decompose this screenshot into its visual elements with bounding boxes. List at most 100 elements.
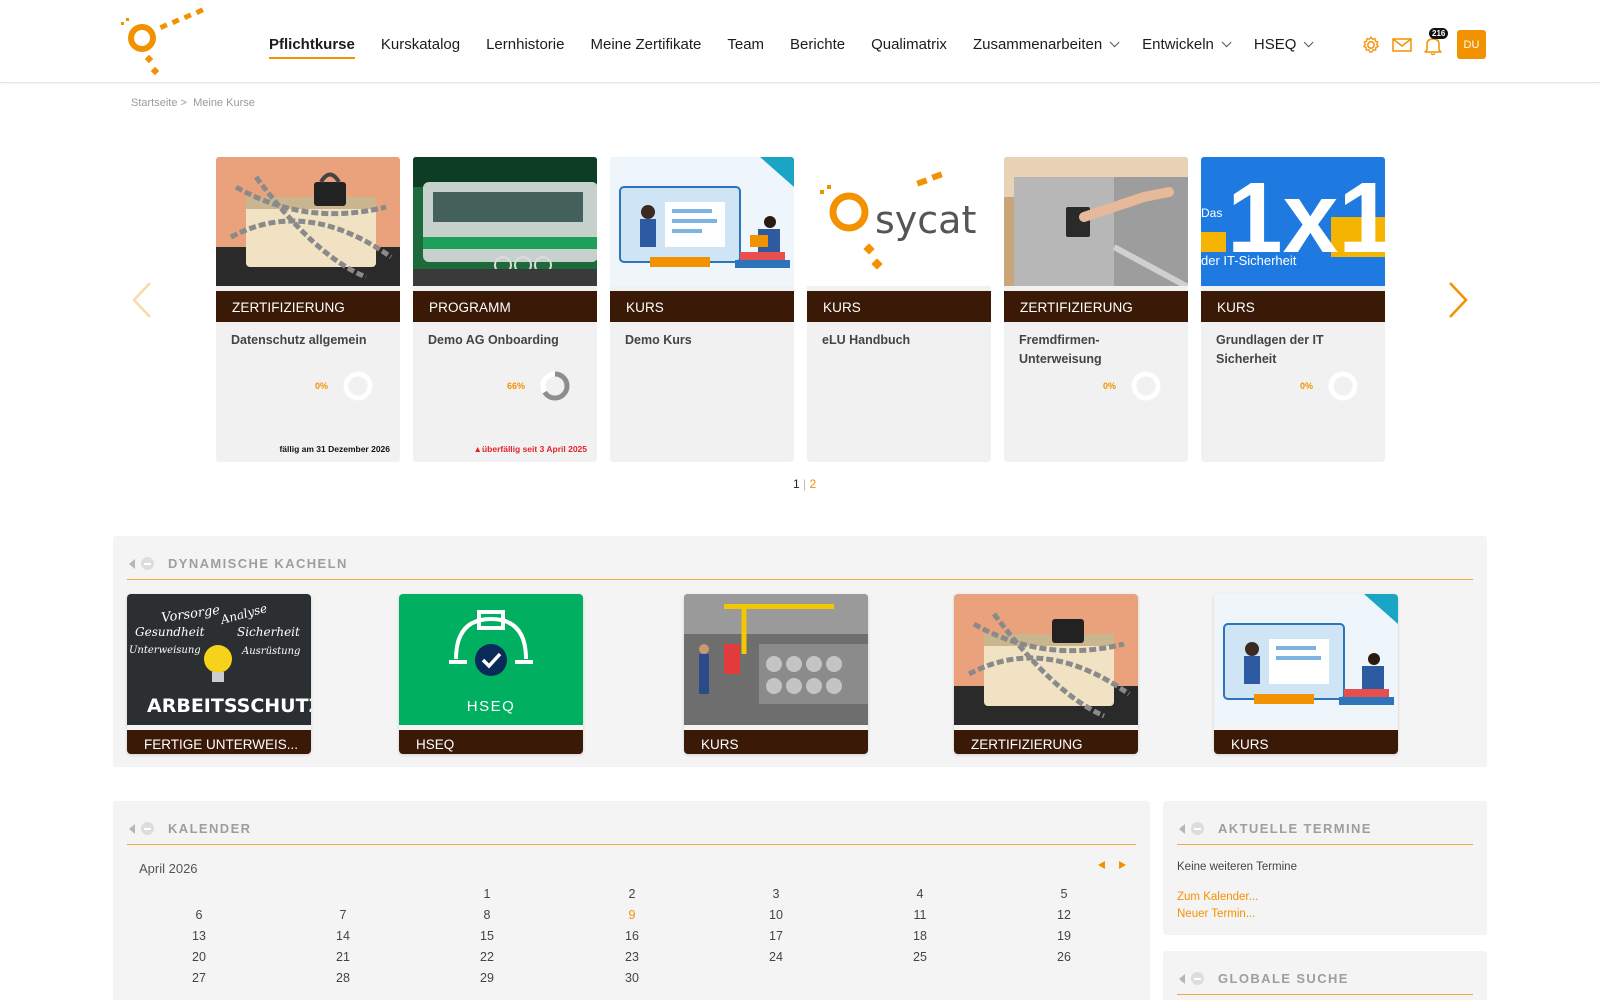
course-due-date: ▲überfällig seit 3 April 2025 <box>474 444 587 454</box>
course-card[interactable]: KURS Demo Kurs <box>610 157 794 462</box>
carousel-prev-icon[interactable] <box>128 280 158 320</box>
new-appointment-link[interactable]: Neuer Termin... <box>1177 908 1255 920</box>
calendar-day[interactable]: 1 <box>472 887 502 901</box>
calendar-day[interactable]: 14 <box>328 929 358 943</box>
dynamic-tile[interactable]: Vorsorge Analyse Gesundheit Sicherheit U… <box>127 594 311 754</box>
panel-header: GLOBALE SUCHE <box>1179 971 1349 986</box>
nav-item-zusammenarbeiten[interactable]: Zusammenarbeiten <box>973 36 1120 53</box>
calendar-day[interactable]: 5 <box>1049 887 1079 901</box>
course-type-label: KURS <box>1201 291 1385 322</box>
user-avatar[interactable]: DU <box>1457 30 1486 59</box>
overdue-text: überfällig seit 3 April 2025 <box>481 444 587 454</box>
calendar-day[interactable]: 17 <box>761 929 791 943</box>
course-card[interactable]: ZERTIFIZIERUNG Datenschutz allgemein 0% … <box>216 157 400 462</box>
nav-item-meine-zertifikate[interactable]: Meine Zertifikate <box>590 36 701 53</box>
notification-count-badge: 216 <box>1429 27 1449 39</box>
nav-item-pflichtkurse[interactable]: Pflichtkurse <box>269 36 355 59</box>
progress-ring <box>540 371 570 401</box>
progress-percent: 0% <box>314 381 328 391</box>
nav-label: Qualimatrix <box>871 35 947 53</box>
calendar-day[interactable]: 16 <box>617 929 647 943</box>
global-search-panel: GLOBALE SUCHE <box>1163 951 1487 1000</box>
lock-chain-book-image <box>954 594 1138 725</box>
pager-page-current[interactable]: 1 <box>793 477 800 491</box>
calendar-day[interactable]: 4 <box>905 887 935 901</box>
dynamic-tile[interactable]: HSEQ HSEQ <box>399 594 583 754</box>
calendar-day[interactable]: 28 <box>328 971 358 985</box>
minimize-icon[interactable] <box>1191 822 1204 835</box>
course-progress: 66% <box>507 370 571 402</box>
course-card[interactable]: ZERTIFIZIERUNG Fremdfirmen-Unterweisung … <box>1004 157 1188 462</box>
minimize-icon[interactable] <box>141 822 154 835</box>
calendar-day[interactable]: 19 <box>1049 929 1079 943</box>
notification-bell[interactable]: 216 <box>1422 27 1449 56</box>
nav-item-hseq[interactable]: HSEQ <box>1253 35 1314 53</box>
calendar-next-icon[interactable] <box>1119 861 1126 869</box>
calendar-day[interactable]: 9 <box>617 908 647 922</box>
calendar-month: April 2026 <box>139 861 198 876</box>
nav-item-entwickeln[interactable]: Entwickeln <box>1142 36 1232 53</box>
calendar-day[interactable]: 25 <box>905 950 935 964</box>
collapse-left-icon[interactable] <box>129 823 135 834</box>
collapse-left-icon[interactable] <box>1179 823 1185 834</box>
course-title: Datenschutz allgemein <box>231 333 367 347</box>
calendar-prev-icon[interactable] <box>1098 861 1105 869</box>
progress-percent: 0% <box>1299 381 1313 391</box>
warehouse-image <box>684 594 868 725</box>
calendar-day[interactable]: 27 <box>184 971 214 985</box>
chalk-headline: ARBEITSSCHUTZ <box>147 695 311 717</box>
collapse-left-icon[interactable] <box>1179 973 1185 984</box>
minimize-icon[interactable] <box>1191 972 1204 985</box>
chevron-down-icon <box>1304 36 1314 47</box>
gear-icon[interactable] <box>1360 34 1382 56</box>
calendar-day[interactable]: 6 <box>184 908 214 922</box>
calendar-day[interactable]: 2 <box>617 887 647 901</box>
collapse-left-icon[interactable] <box>129 558 135 569</box>
breadcrumb-home[interactable]: Startseite <box>131 97 177 109</box>
calendar-day[interactable]: 20 <box>184 950 214 964</box>
calendar-day[interactable]: 12 <box>1049 908 1079 922</box>
dynamic-tile[interactable]: ZERTIFIZIERUNG <box>954 594 1138 754</box>
pager-page-next[interactable]: 2 <box>810 477 817 491</box>
nav-item-berichte[interactable]: Berichte <box>790 36 845 53</box>
calendar-day[interactable]: 21 <box>328 950 358 964</box>
course-card[interactable]: 1x1 Das der IT-Sicherheit KURS Grundlage… <box>1201 157 1385 462</box>
top-header: Pflichtkurse Kurskatalog Lernhistorie Me… <box>0 0 1600 83</box>
calendar-day[interactable]: 10 <box>761 908 791 922</box>
calendar-day[interactable]: 13 <box>184 929 214 943</box>
course-title: Fremdfirmen-Unterweisung <box>1019 333 1102 366</box>
calendar-day[interactable]: 23 <box>617 950 647 964</box>
progress-percent: 66% <box>506 381 525 391</box>
panel-divider <box>127 844 1136 845</box>
calendar-day[interactable]: 24 <box>761 950 791 964</box>
calendar-day[interactable]: 15 <box>472 929 502 943</box>
mail-icon[interactable] <box>1391 34 1413 56</box>
nav-item-qualimatrix[interactable]: Qualimatrix <box>871 36 947 53</box>
calendar-day[interactable]: 30 <box>617 971 647 985</box>
nav-item-lernhistorie[interactable]: Lernhistorie <box>486 36 564 53</box>
course-card[interactable]: PROGRAMM Demo AG Onboarding 66% ▲überfäl… <box>413 157 597 462</box>
course-card[interactable]: sycat KURS eLU Handbuch <box>807 157 991 462</box>
dynamic-tile[interactable]: KURS <box>684 594 868 754</box>
panel-title: KALENDER <box>168 821 252 836</box>
course-progress: 0% <box>1103 370 1162 402</box>
sycat-logo-icon[interactable] <box>120 6 210 76</box>
course-progress: 0% <box>1300 370 1359 402</box>
calendar-day[interactable]: 11 <box>905 908 935 922</box>
tile-label: KURS <box>684 730 868 754</box>
calendar-day[interactable]: 8 <box>472 908 502 922</box>
nav-item-team[interactable]: Team <box>727 36 764 53</box>
minimize-icon[interactable] <box>141 557 154 570</box>
calendar-day[interactable]: 22 <box>472 950 502 964</box>
nav-label: HSEQ <box>1253 35 1297 53</box>
dynamic-tile[interactable]: KURS <box>1214 594 1398 754</box>
calendar-day[interactable]: 26 <box>1049 950 1079 964</box>
calendar-link[interactable]: Zum Kalender... <box>1177 891 1258 903</box>
calendar-day[interactable]: 3 <box>761 887 791 901</box>
calendar-day[interactable]: 7 <box>328 908 358 922</box>
calendar-day[interactable]: 29 <box>472 971 502 985</box>
carousel-next-icon[interactable] <box>1442 280 1472 320</box>
sycat-logo-image: sycat <box>807 157 991 286</box>
calendar-day[interactable]: 18 <box>905 929 935 943</box>
nav-item-kurskatalog[interactable]: Kurskatalog <box>381 36 460 53</box>
